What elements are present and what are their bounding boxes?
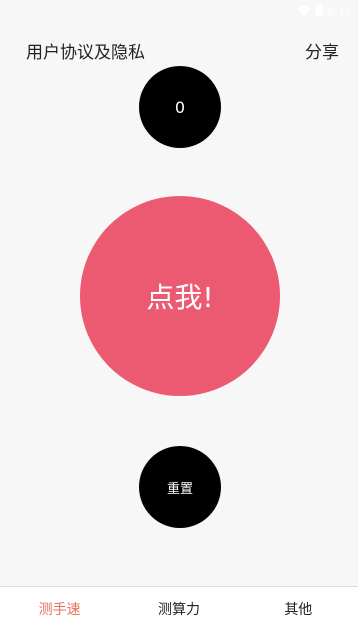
tab-label: 测算力 — [157, 602, 200, 618]
counter-value: 0 — [174, 97, 186, 117]
tap-counter: 0 — [139, 66, 221, 148]
privacy-agreement-link[interactable]: 用户协议及隐私 — [26, 38, 145, 63]
status-bar: 8:18 — [0, 0, 358, 22]
reset-button[interactable]: 重置 — [139, 446, 221, 528]
battery-icon — [315, 2, 323, 21]
tap-me-button[interactable]: 点我! — [80, 196, 280, 396]
wifi-icon — [297, 2, 311, 21]
tab-other[interactable]: 其他 — [239, 587, 358, 631]
share-button[interactable]: 分享 — [305, 38, 339, 63]
reset-label: 重置 — [166, 481, 193, 497]
status-time: 8:18 — [327, 5, 352, 18]
tab-label: 测手速 — [38, 602, 81, 618]
status-icons: 8:18 — [297, 2, 352, 21]
bottom-tab-bar: 测手速 测算力 其他 — [0, 586, 358, 631]
tab-label: 其他 — [284, 602, 313, 618]
tab-hand-speed[interactable]: 测手速 — [0, 587, 119, 631]
tap-me-label: 点我! — [146, 281, 214, 314]
tab-calculation[interactable]: 测算力 — [119, 587, 238, 631]
